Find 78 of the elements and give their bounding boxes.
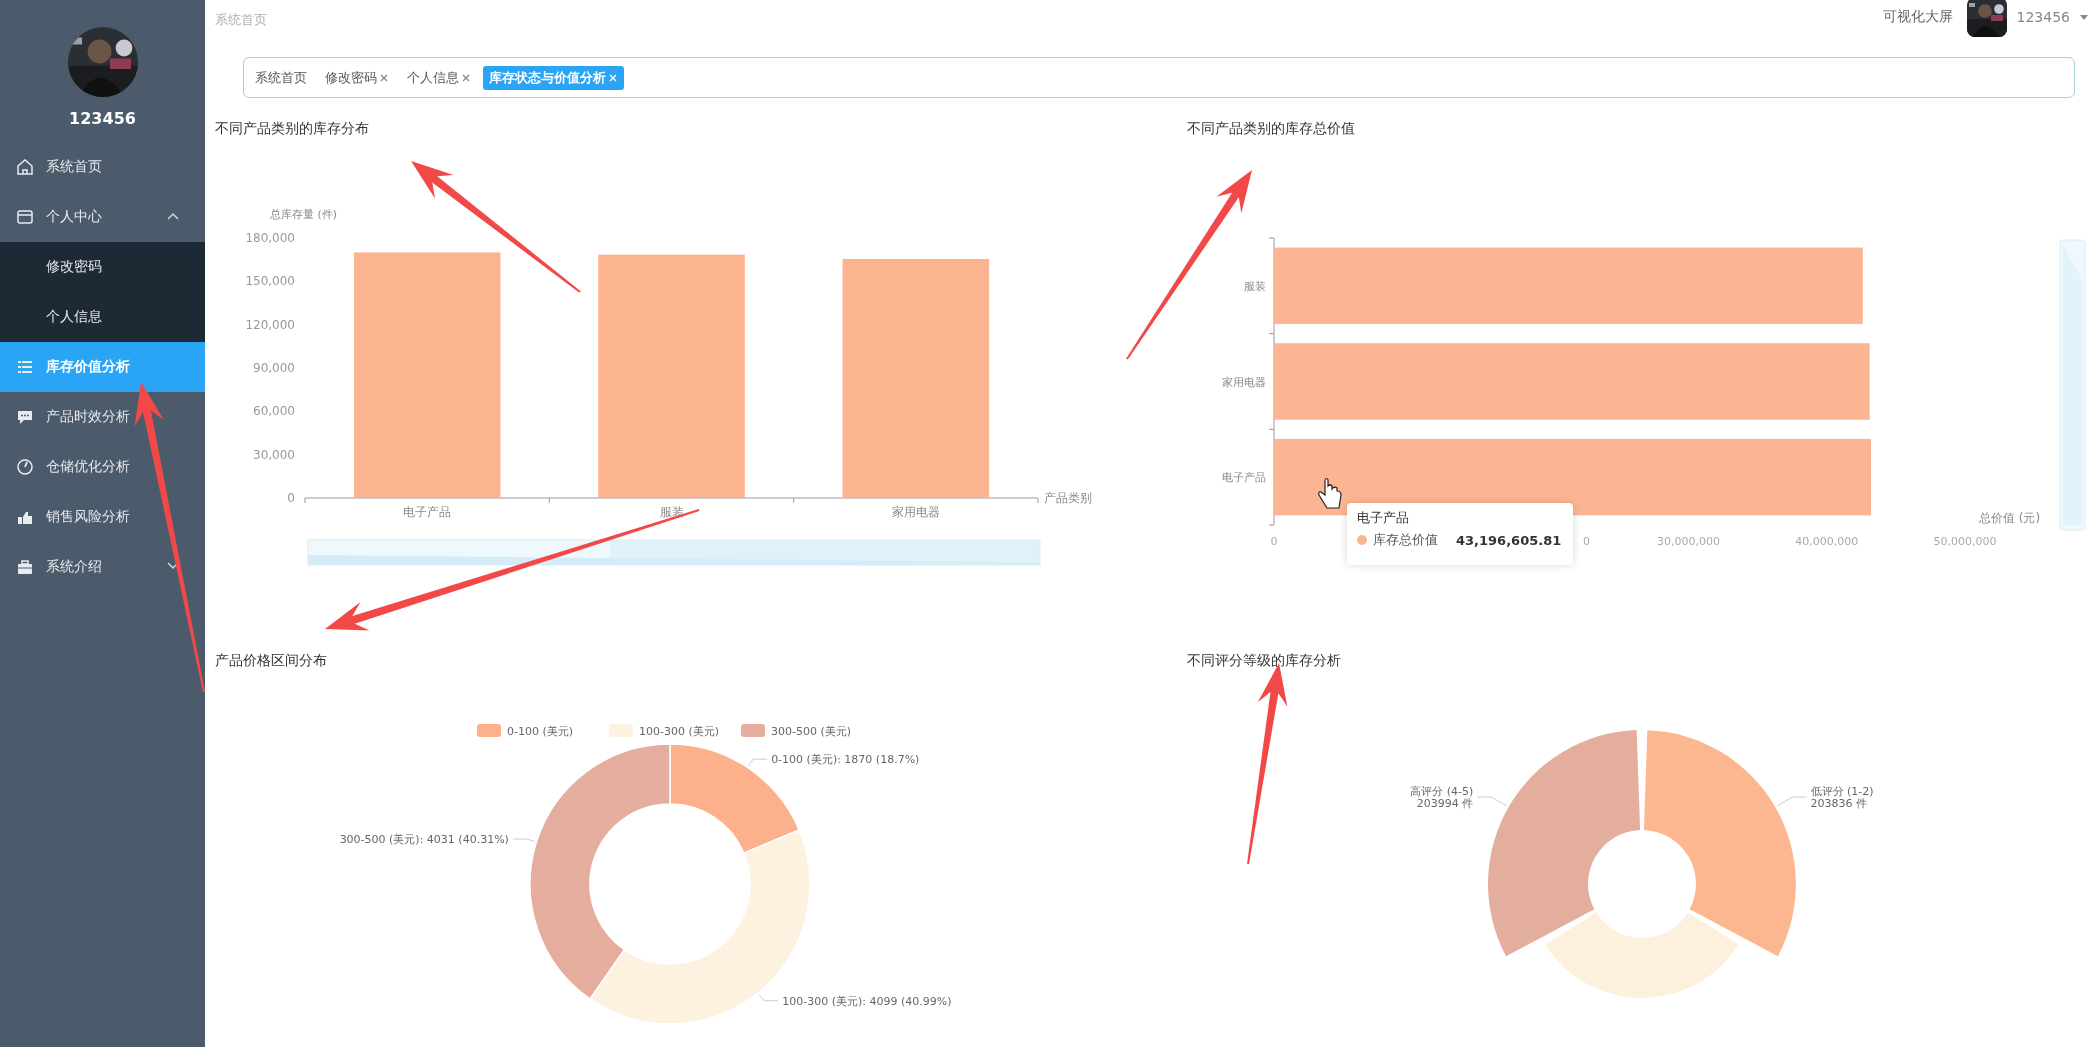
- tab[interactable]: 个人信息: [401, 65, 477, 90]
- axis-label: 电子产品: [403, 505, 452, 519]
- username[interactable]: 123456: [2016, 9, 2070, 25]
- tooltip-value: 43,196,605.81: [1456, 532, 1562, 548]
- legend-item[interactable]: 0-100 (美元): [477, 724, 574, 738]
- sidebar-item[interactable]: 仓储优化分析: [0, 442, 205, 492]
- close-icon[interactable]: [379, 72, 389, 83]
- tooltip-title: 电子产品: [1357, 509, 1410, 527]
- donut-slice[interactable]: [1488, 730, 1641, 957]
- leader-line: [1776, 796, 1808, 807]
- donut-slice[interactable]: [529, 743, 671, 1000]
- donut-slice[interactable]: [1545, 912, 1739, 998]
- close-icon[interactable]: [461, 72, 471, 83]
- zoom-slider[interactable]: [2059, 239, 2086, 531]
- chart-title: 不同产品类别的库存总价值: [1187, 119, 1355, 138]
- menu-icon: [16, 408, 34, 426]
- donut-slice[interactable]: [1643, 730, 1796, 957]
- bar[interactable]: [842, 258, 990, 498]
- caret-icon[interactable]: [2080, 14, 2088, 20]
- legend-label: 100-300 (美元): [639, 725, 720, 738]
- axis-label: 60,000: [253, 404, 295, 419]
- zoom-slider[interactable]: [307, 539, 1041, 566]
- bar[interactable]: [1274, 247, 1863, 325]
- legend-label: 0-100 (美元): [507, 725, 574, 738]
- series-name: 库存总价值: [1373, 531, 1438, 549]
- sidebar-item[interactable]: 个人中心: [0, 192, 205, 242]
- axis-label: 0: [1270, 535, 1278, 548]
- axis-label: 0: [1583, 535, 1590, 548]
- axis-label: 30,000: [253, 447, 295, 462]
- menu-icon: [16, 458, 34, 476]
- leader-line: [748, 758, 768, 767]
- leader-line: [1476, 796, 1508, 807]
- axis-label: 120,000: [245, 317, 295, 332]
- data-label: 低评分 (1-2) 203836 件: [1810, 785, 1874, 811]
- legend-label: 300-500 (美元): [771, 725, 852, 738]
- leader-line: [512, 838, 536, 842]
- chart-title: 产品价格区间分布: [215, 651, 327, 670]
- axis-label: 家用电器: [891, 505, 940, 519]
- screen-link[interactable]: 可视化大屏: [1882, 8, 1953, 26]
- axis-title: 总库存量 (件): [270, 208, 338, 221]
- leader-line: [758, 994, 779, 1002]
- submenu-item[interactable]: 修改密码: [0, 242, 205, 292]
- axis-title: 总价值 (元): [1979, 511, 2041, 525]
- axis-label: 150,000: [245, 274, 295, 289]
- axis-label: 0: [287, 491, 295, 505]
- axis-label: 服装: [1244, 279, 1266, 293]
- bar[interactable]: [598, 254, 745, 498]
- sidebar-item[interactable]: 产品时效分析: [0, 392, 205, 442]
- axis-label: 家用电器: [1222, 375, 1266, 389]
- menu-icon: [16, 358, 34, 376]
- legend-item[interactable]: 100-300 (美元): [609, 724, 720, 738]
- sidebar-item[interactable]: 销售风险分析: [0, 492, 205, 542]
- menu-icon: [16, 158, 34, 176]
- axis-label: 180,000: [245, 231, 295, 245]
- axis-label: 50,000,000: [1933, 535, 1997, 548]
- hand-cursor-icon: [1318, 477, 1342, 509]
- bar[interactable]: [353, 252, 501, 498]
- chart-title: 不同评分等级的库存分析: [1187, 651, 1341, 670]
- menu-icon: [16, 208, 34, 226]
- data-label: 0-100 (美元): 1870 (18.7%): [771, 753, 920, 767]
- axis-label: 90,000: [253, 361, 295, 375]
- sidebar-item[interactable]: 系统首页: [0, 142, 205, 192]
- data-label: 300-500 (美元): 4031 (40.31%): [339, 833, 509, 847]
- sidebar-item[interactable]: 系统介绍: [0, 542, 205, 592]
- axis-label: 电子产品: [1222, 471, 1266, 485]
- tab[interactable]: 系统首页: [249, 65, 313, 90]
- chart-title: 不同产品类别的库存分布: [215, 119, 369, 138]
- data-label: 高评分 (4-5) 203994 件: [1410, 785, 1474, 810]
- submenu-item[interactable]: 个人信息: [0, 292, 205, 342]
- data-label: 100-300 (美元): 4099 (40.99%): [782, 994, 952, 1008]
- bar[interactable]: [1274, 343, 1870, 420]
- tab[interactable]: 修改密码: [319, 65, 395, 90]
- sidebar-username: 123456: [68, 109, 137, 128]
- legend-item[interactable]: 300-500 (美元): [741, 724, 852, 738]
- axis-title: 产品类别: [1044, 491, 1092, 505]
- axis-label: 30,000,000: [1657, 535, 1721, 548]
- menu-icon: [16, 558, 34, 576]
- axis-label: 40,000,000: [1795, 535, 1859, 548]
